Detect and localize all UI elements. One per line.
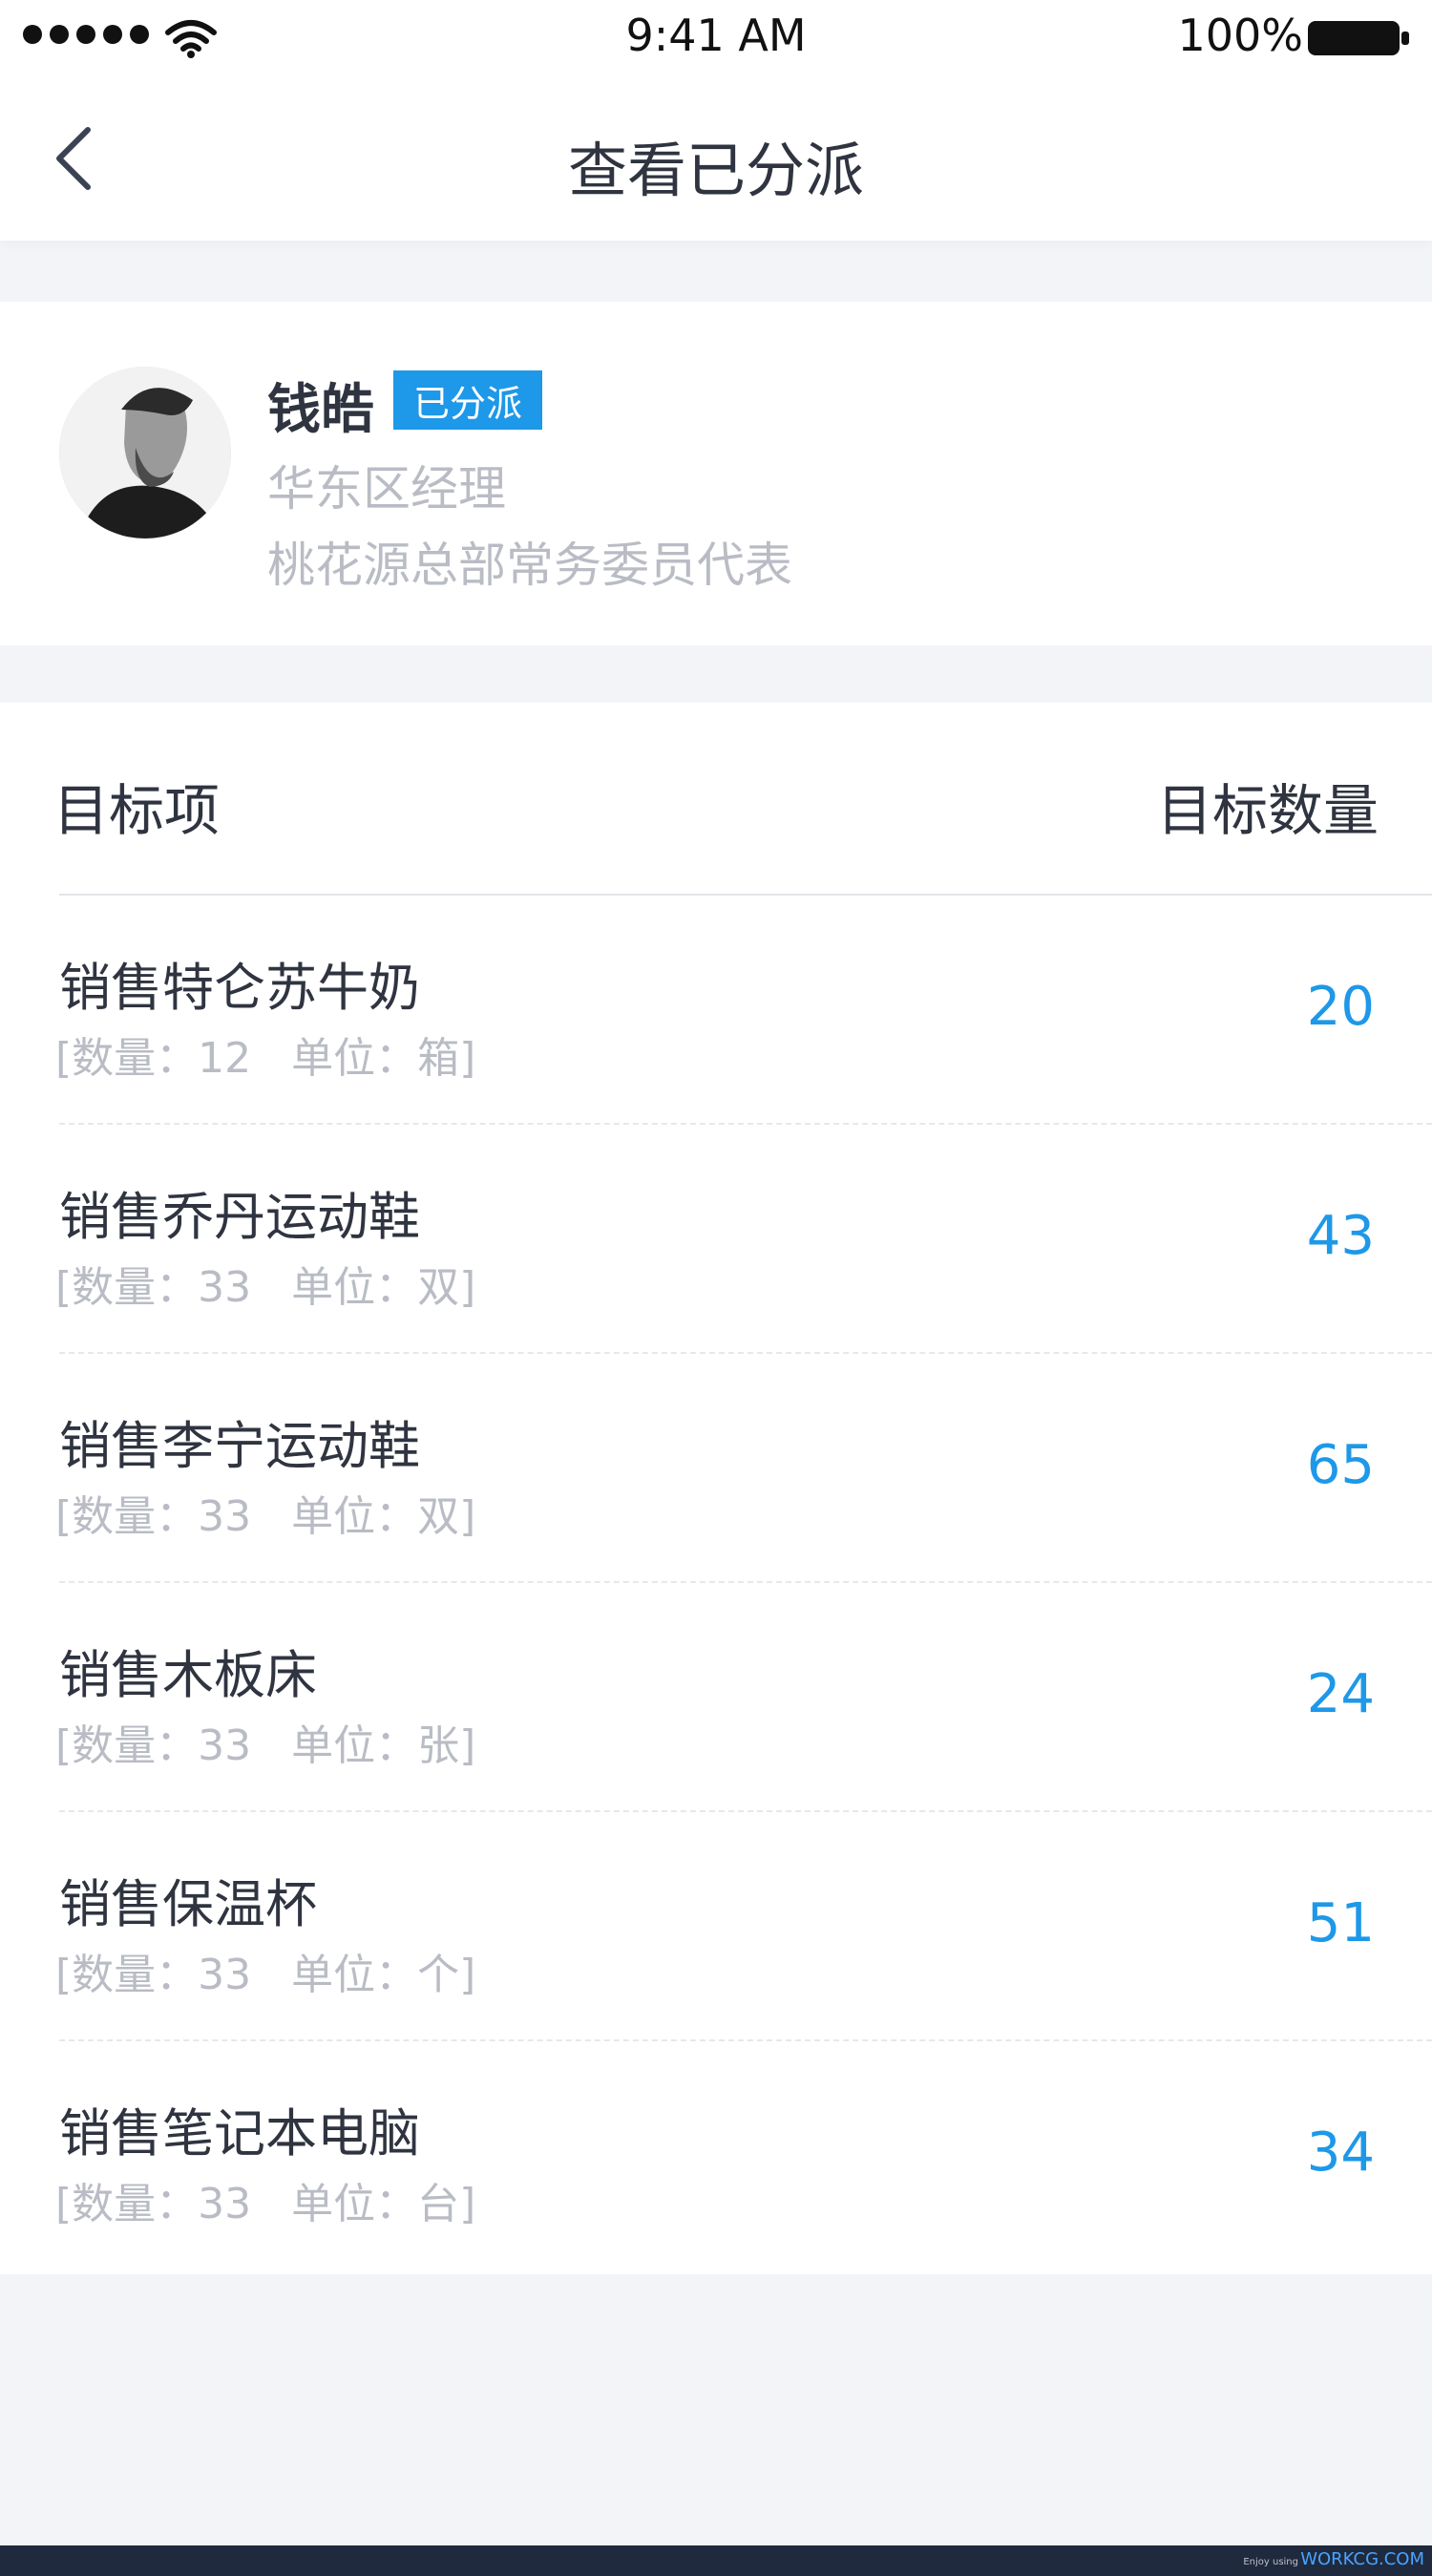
assignee-card: 钱皓 已分派 华东区经理 桃花源总部常务委员代表 [0, 302, 1432, 645]
target-quantity: 65 [1306, 1434, 1375, 1496]
list-item[interactable]: 销售李宁运动鞋 [数量：33 单位：双] 65 [0, 1354, 1432, 1583]
watermark-brand: WORKCG.COM [1300, 2549, 1424, 2569]
header-target-item: 目标项 [53, 778, 221, 843]
target-list-panel: 目标项 目标数量 销售特仑苏牛奶 [数量：12 单位：箱] 20 销售乔丹运动鞋… [0, 703, 1432, 2274]
header-target-quantity: 目标数量 [1156, 778, 1379, 843]
target-quantity: 20 [1306, 976, 1375, 1038]
target-detail: [数量：33 单位：个] [55, 1951, 476, 1999]
list-item[interactable]: 销售乔丹运动鞋 [数量：33 单位：双] 43 [0, 1125, 1432, 1354]
status-badge: 已分派 [393, 370, 542, 430]
page-title: 查看已分派 [567, 136, 864, 205]
target-title: 销售特仑苏牛奶 [59, 958, 420, 1018]
list-item[interactable]: 销售笔记本电脑 [数量：33 单位：台] 34 [0, 2041, 1432, 2270]
target-title: 销售保温杯 [59, 1874, 317, 1934]
target-detail: [数量：33 单位：张] [55, 1721, 476, 1770]
table-header: 目标项 目标数量 [0, 703, 1432, 894]
navigation-bar: 查看已分派 [0, 76, 1432, 241]
target-title: 销售李宁运动鞋 [59, 1416, 420, 1476]
target-detail: [数量：33 单位：双] [55, 1263, 476, 1312]
list-item[interactable]: 销售特仑苏牛奶 [数量：12 单位：箱] 20 [0, 896, 1432, 1125]
target-detail: [数量：33 单位：台] [55, 2180, 476, 2228]
assignee-role: 华东区经理 [267, 461, 506, 517]
target-quantity: 34 [1306, 2122, 1375, 2184]
target-detail: [数量：12 单位：箱] [55, 1034, 476, 1083]
target-title: 销售笔记本电脑 [59, 2103, 420, 2164]
target-title: 销售木板床 [59, 1645, 317, 1705]
target-quantity: 24 [1306, 1663, 1375, 1725]
target-quantity: 51 [1306, 1892, 1375, 1954]
assignee-organization: 桃花源总部常务委员代表 [267, 538, 792, 593]
target-detail: [数量：33 单位：双] [55, 1492, 476, 1541]
status-bar: 9:41 AM 100% [0, 0, 1432, 76]
target-title: 销售乔丹运动鞋 [59, 1187, 420, 1247]
list-item[interactable]: 销售保温杯 [数量：33 单位：个] 51 [0, 1812, 1432, 2041]
avatar [59, 367, 231, 538]
battery-percentage: 100% [1177, 10, 1303, 61]
target-rows: 销售特仑苏牛奶 [数量：12 单位：箱] 20 销售乔丹运动鞋 [数量：33 单… [0, 896, 1432, 2270]
watermark-caption: Enjoy using [1243, 2557, 1298, 2567]
list-item[interactable]: 销售木板床 [数量：33 单位：张] 24 [0, 1583, 1432, 1812]
assignee-name: 钱皓 [267, 379, 374, 441]
target-quantity: 43 [1306, 1205, 1375, 1267]
battery-icon [1308, 21, 1409, 55]
footer-bar: Enjoy using WORKCG.COM [0, 2545, 1432, 2576]
